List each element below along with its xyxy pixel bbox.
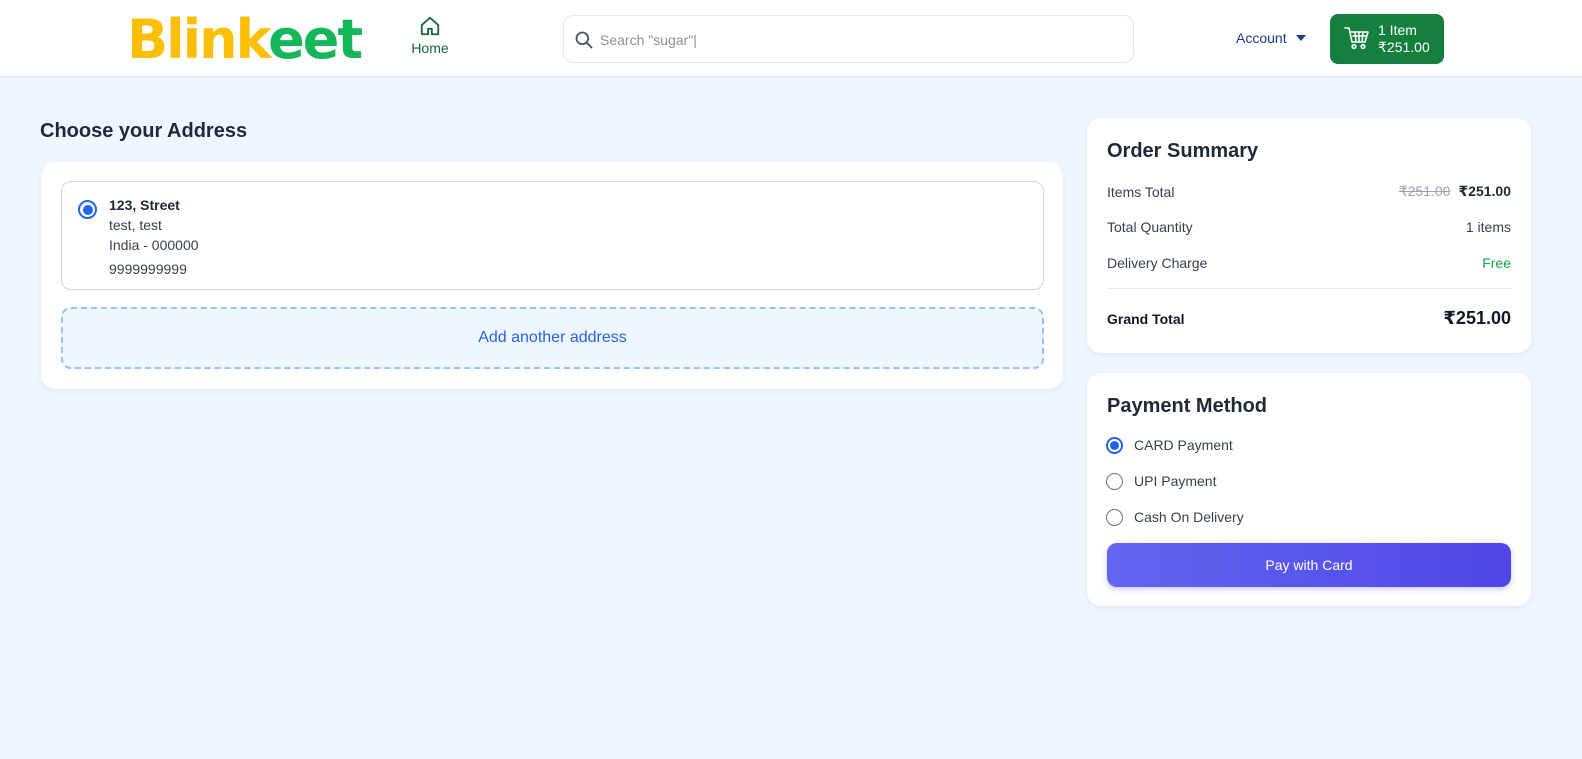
home-icon (420, 16, 440, 36)
delivery-charge-value: Free (1482, 255, 1511, 271)
logo-part-2: eet (268, 8, 363, 71)
caret-down-icon (1295, 35, 1306, 41)
items-total-original: ₹251.00 (1398, 183, 1451, 199)
address-option[interactable]: 123, Street test, test India - 000000 99… (61, 181, 1044, 290)
search-icon (575, 31, 593, 49)
address-line-3: India - 000000 (109, 237, 199, 253)
total-quantity-label: Total Quantity (1107, 219, 1193, 235)
address-phone: 9999999999 (109, 261, 187, 277)
order-summary-card: Order Summary Items Total ₹251.00 ₹251.00… (1087, 118, 1531, 353)
items-total-prices: ₹251.00 ₹251.00 (1399, 183, 1511, 200)
payment-option-upi-label: UPI Payment (1134, 473, 1217, 489)
total-quantity-row: Total Quantity 1 items (1107, 219, 1511, 235)
items-total-row: Items Total ₹251.00 ₹251.00 (1107, 183, 1511, 200)
cart-button[interactable]: 1 Item ₹251.00 (1330, 14, 1444, 64)
grand-total-label: Grand Total (1107, 310, 1185, 327)
items-total-value: ₹251.00 (1458, 183, 1511, 199)
cart-total: ₹251.00 (1378, 39, 1430, 55)
payment-option-card-label: CARD Payment (1134, 437, 1233, 453)
address-line-1: 123, Street (109, 197, 180, 213)
grand-total-row: Grand Total ₹251.00 (1107, 308, 1511, 329)
cart-count: 1 Item (1378, 22, 1417, 38)
order-summary-title: Order Summary (1107, 140, 1259, 162)
home-label: Home (411, 40, 449, 56)
items-total-label: Items Total (1107, 183, 1175, 200)
address-radio[interactable] (78, 200, 97, 219)
payment-option-cod-label: Cash On Delivery (1134, 509, 1244, 525)
address-card: 123, Street test, test India - 000000 99… (41, 162, 1063, 389)
delivery-charge-label: Delivery Charge (1107, 255, 1208, 271)
grand-total-value: ₹251.00 (1443, 308, 1511, 328)
total-quantity-value: 1 items (1465, 219, 1511, 235)
blinkeet-logo[interactable]: Blinkeet (127, 8, 363, 72)
payment-radio-card[interactable] (1106, 437, 1123, 454)
payment-method-title: Payment Method (1107, 395, 1268, 417)
address-line-2: test, test (109, 217, 162, 233)
home-link[interactable]: Home (410, 15, 450, 56)
delivery-charge-row: Delivery Charge Free (1107, 255, 1511, 271)
pay-button[interactable]: Pay with Card (1107, 543, 1511, 587)
search-bar[interactable] (563, 15, 1134, 63)
summary-divider (1107, 288, 1511, 289)
payment-method-card: Payment Method CARD Payment UPI Payment … (1087, 373, 1531, 606)
account-label: Account (1236, 30, 1287, 46)
top-header: Blinkeet Home Account 1 Item ₹251.00 (0, 0, 1582, 77)
add-address-button[interactable]: Add another address (61, 307, 1044, 369)
account-menu[interactable]: Account (1236, 30, 1306, 46)
cart-icon (1344, 27, 1369, 50)
payment-radio-cod[interactable] (1106, 509, 1123, 526)
address-section-title: Choose your Address (40, 120, 248, 142)
payment-radio-upi[interactable] (1106, 473, 1123, 490)
search-input[interactable] (600, 28, 1120, 52)
logo-part-1: Blink (127, 8, 270, 71)
